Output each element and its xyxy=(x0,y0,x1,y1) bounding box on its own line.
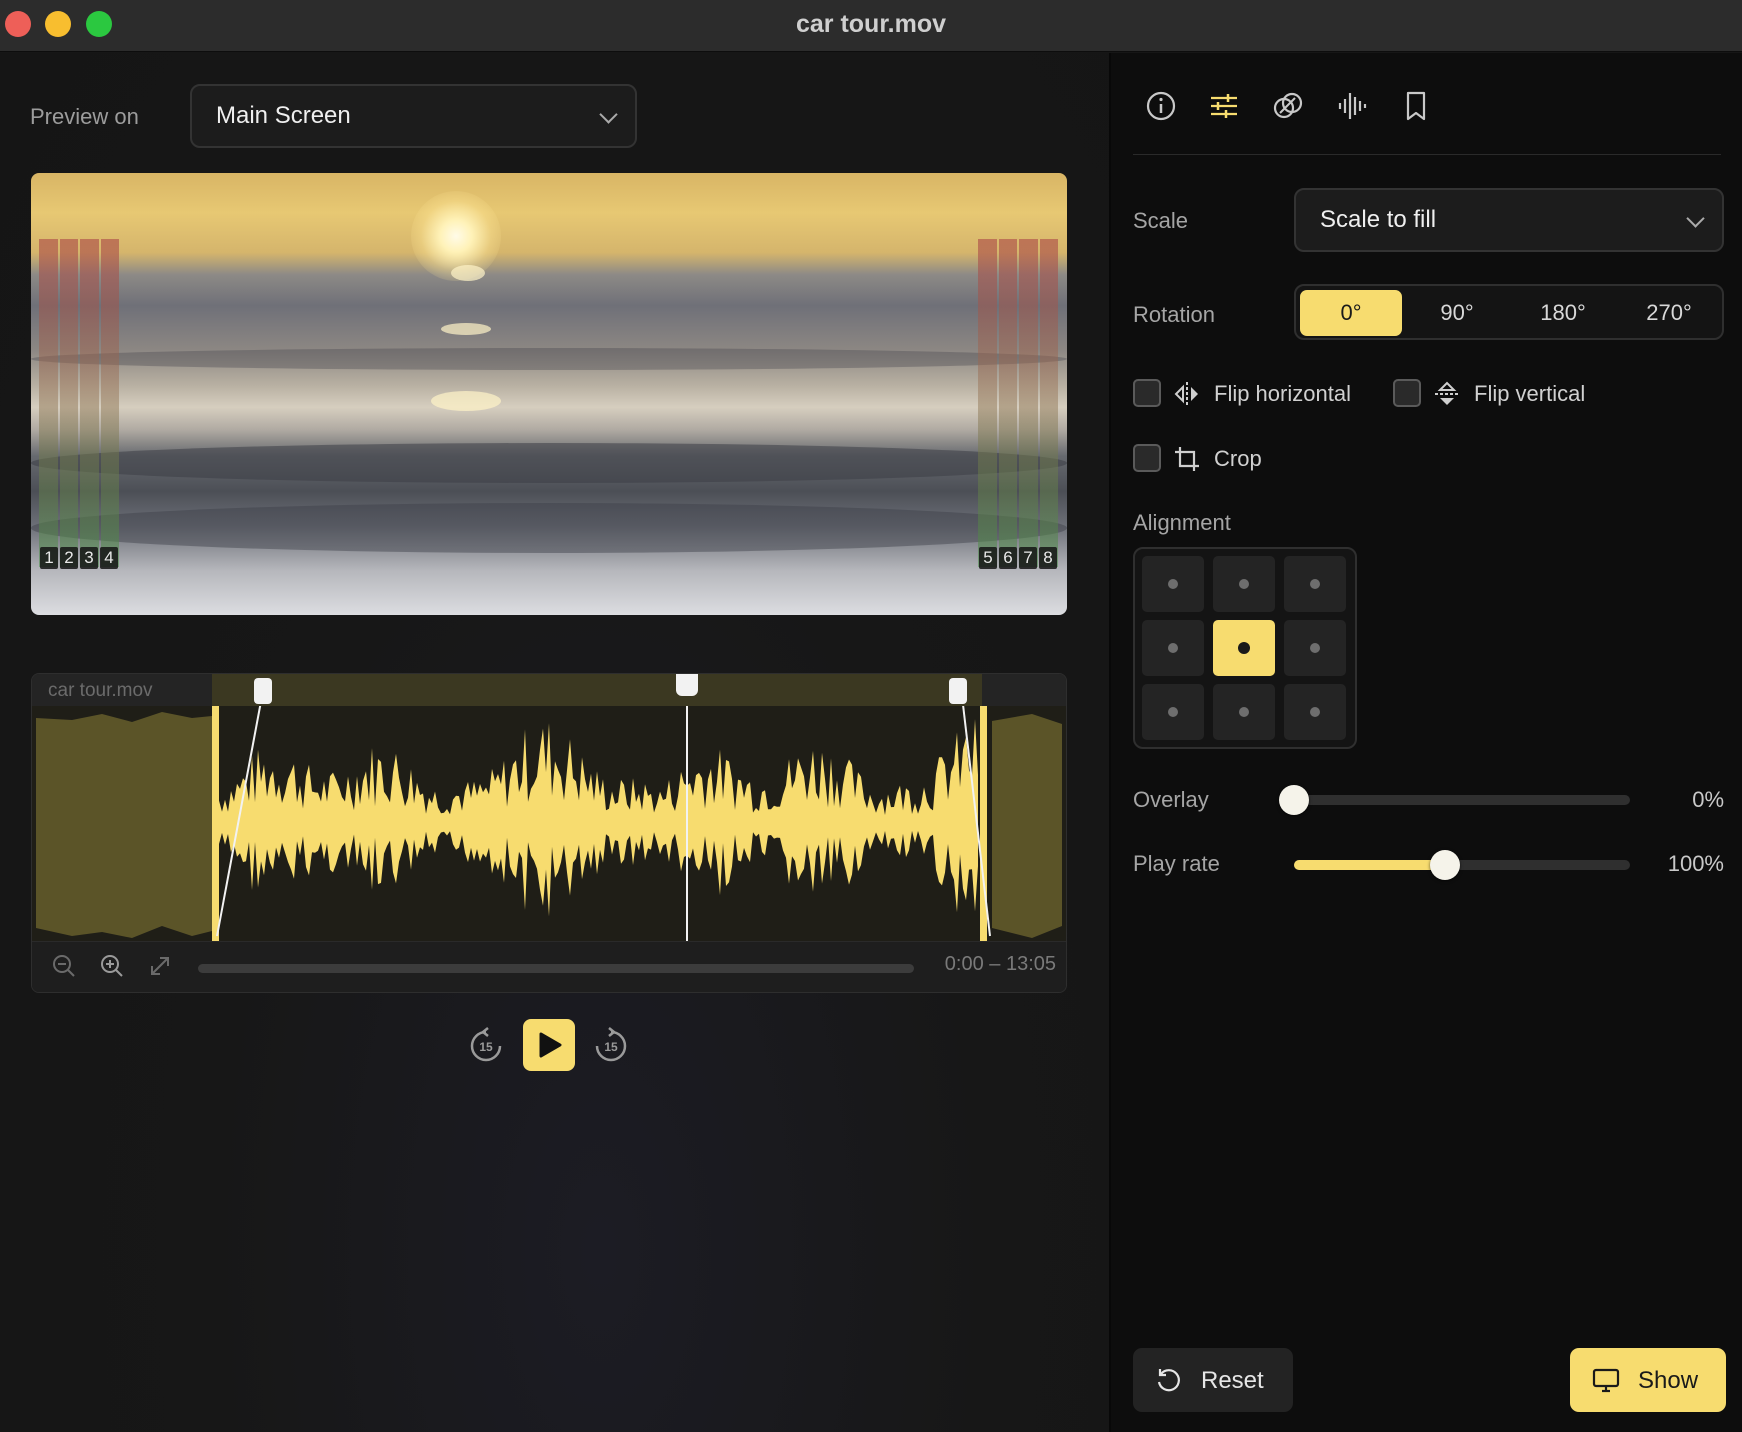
overlay-slider-knob[interactable] xyxy=(1279,785,1309,815)
show-label: Show xyxy=(1638,1367,1699,1394)
play-rate-slider[interactable] xyxy=(1294,860,1630,870)
inspector-panel: Scale Scale to fill Rotation 0° 90° 180°… xyxy=(1111,53,1742,1432)
chevron-down-icon xyxy=(1686,209,1705,228)
overlay-label: Overlay xyxy=(1133,787,1209,812)
skip-back-amount: 15 xyxy=(479,1040,493,1054)
rotation-option-90[interactable]: 90° xyxy=(1406,290,1508,336)
timeline-scrollbar[interactable] xyxy=(198,964,914,973)
play-rate-label: Play rate xyxy=(1133,851,1220,876)
timeline-selection-header xyxy=(212,674,982,706)
channel-label: 7 xyxy=(1019,547,1037,569)
overlay-value: 0% xyxy=(1692,787,1724,812)
preview-on-label: Preview on xyxy=(30,104,139,129)
trim-handle-start[interactable] xyxy=(254,678,272,704)
crop-checkbox[interactable] xyxy=(1133,444,1161,472)
scale-label: Scale xyxy=(1133,208,1189,233)
sliders-icon[interactable] xyxy=(1207,89,1241,123)
audio-meter-left xyxy=(39,239,119,567)
flip-vertical-label[interactable]: Flip vertical xyxy=(1474,381,1585,407)
window-title: car tour.mov xyxy=(795,10,947,38)
flip-vertical-icon xyxy=(1435,381,1459,405)
sun-reflection xyxy=(451,265,485,281)
scale-value: Scale to fill xyxy=(1320,206,1437,233)
monitor-icon xyxy=(1592,1368,1620,1393)
wave-band xyxy=(31,503,1067,553)
align-middle-right[interactable] xyxy=(1284,620,1346,676)
rotation-option-270[interactable]: 270° xyxy=(1618,290,1720,336)
align-middle-left[interactable] xyxy=(1142,620,1204,676)
inspector-toolbar xyxy=(1133,53,1721,155)
reset-icon xyxy=(1157,1369,1180,1392)
reset-label: Reset xyxy=(1201,1367,1264,1394)
rotation-label: Rotation xyxy=(1133,302,1215,327)
scale-dropdown[interactable]: Scale to fill xyxy=(1294,188,1724,252)
align-bottom-center[interactable] xyxy=(1213,684,1275,740)
skip-forward-15-icon[interactable]: 15 xyxy=(591,1026,631,1066)
skip-forward-amount: 15 xyxy=(604,1040,618,1054)
skip-back-15-icon[interactable]: 15 xyxy=(466,1026,506,1066)
rotation-segmented-control: 0° 90° 180° 270° xyxy=(1294,284,1724,340)
flip-vertical-checkbox[interactable] xyxy=(1393,379,1421,407)
wave-band xyxy=(31,348,1067,370)
overlap-circles-icon[interactable] xyxy=(1271,89,1305,123)
align-center[interactable] xyxy=(1213,620,1275,676)
channel-label: 2 xyxy=(60,547,78,569)
channel-label: 8 xyxy=(1039,547,1057,569)
channel-label: 5 xyxy=(979,547,997,569)
rotation-option-180[interactable]: 180° xyxy=(1512,290,1614,336)
audio-meter-right xyxy=(978,239,1058,567)
play-rate-value: 100% xyxy=(1667,851,1724,876)
crop-icon xyxy=(1175,447,1199,471)
alignment-grid xyxy=(1133,547,1357,749)
trim-handle-end[interactable] xyxy=(949,678,967,704)
zoom-out-icon[interactable] xyxy=(50,952,78,980)
alignment-label: Alignment xyxy=(1133,510,1231,535)
rotation-option-0[interactable]: 0° xyxy=(1300,290,1402,336)
align-bottom-left[interactable] xyxy=(1142,684,1204,740)
audio-meter-left-labels: 1 2 3 4 xyxy=(40,547,118,569)
channel-label: 6 xyxy=(999,547,1017,569)
channel-label: 3 xyxy=(80,547,98,569)
align-top-right[interactable] xyxy=(1284,556,1346,612)
waveform[interactable] xyxy=(32,706,1067,941)
time-range: 0:00 – 13:05 xyxy=(944,953,1056,975)
bookmark-icon[interactable] xyxy=(1399,89,1433,123)
playhead-handle[interactable] xyxy=(676,674,698,696)
zoom-in-icon[interactable] xyxy=(98,952,126,980)
align-top-center[interactable] xyxy=(1213,556,1275,612)
expand-icon[interactable] xyxy=(146,952,174,980)
audio-timeline[interactable]: car tour.mov 0:00 – 13:05 xyxy=(31,673,1067,993)
preview-pane: Preview on Main Screen 1 2 3 4 5 6 7 8 c… xyxy=(0,53,1109,1432)
sun-reflection xyxy=(441,323,491,335)
waveform-icon[interactable] xyxy=(1335,89,1369,123)
reset-button[interactable]: Reset xyxy=(1133,1348,1293,1412)
title-bar: car tour.mov xyxy=(0,0,1742,52)
video-preview[interactable]: 1 2 3 4 5 6 7 8 xyxy=(31,173,1067,615)
crop-label[interactable]: Crop xyxy=(1214,446,1262,472)
overlay-slider[interactable] xyxy=(1294,795,1630,805)
preview-screen-value: Main Screen xyxy=(216,102,351,129)
play-icon xyxy=(539,1032,562,1058)
timeline-clip-name: car tour.mov xyxy=(48,680,153,701)
align-top-left[interactable] xyxy=(1142,556,1204,612)
play-rate-slider-knob[interactable] xyxy=(1430,850,1461,880)
info-icon[interactable] xyxy=(1144,89,1178,123)
flip-horizontal-checkbox[interactable] xyxy=(1133,379,1161,407)
preview-screen-dropdown[interactable]: Main Screen xyxy=(190,84,637,148)
flip-horizontal-label[interactable]: Flip horizontal xyxy=(1214,381,1351,407)
channel-label: 4 xyxy=(100,547,118,569)
show-button[interactable]: Show xyxy=(1570,1348,1726,1412)
audio-meter-right-labels: 5 6 7 8 xyxy=(979,547,1057,569)
wave-band xyxy=(31,443,1067,483)
flip-horizontal-icon xyxy=(1174,382,1198,406)
play-rate-slider-fill xyxy=(1294,860,1446,870)
timeline-footer: 0:00 – 13:05 xyxy=(32,941,1066,992)
sun-reflection xyxy=(431,391,501,411)
align-bottom-right[interactable] xyxy=(1284,684,1346,740)
chevron-down-icon xyxy=(599,105,618,124)
play-button[interactable] xyxy=(523,1019,575,1071)
channel-label: 1 xyxy=(40,547,58,569)
